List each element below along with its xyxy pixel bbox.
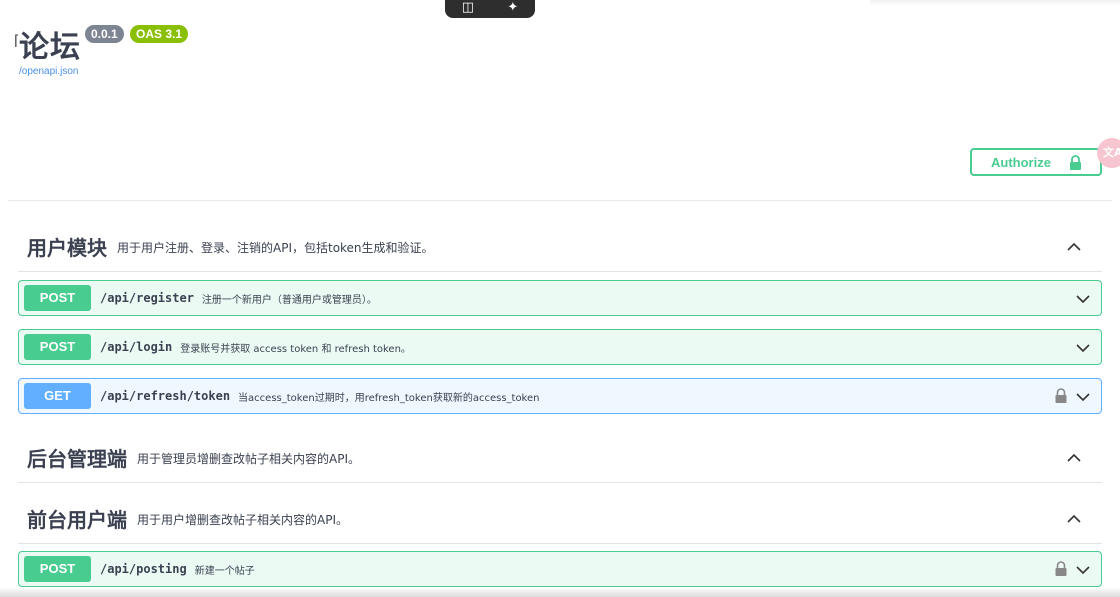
tag-name: 后台管理端 bbox=[27, 447, 127, 471]
operation-summary: 新建一个帖子 bbox=[194, 565, 255, 577]
version-badge: 0.0.1 bbox=[85, 25, 124, 43]
openapi-json-link[interactable]: /openapi.json bbox=[19, 66, 79, 77]
floating-toolbar: ◫ ✦ bbox=[445, 0, 535, 18]
operation-path: /api/register bbox=[100, 291, 194, 305]
operation-summary: 登录账号并获取 access token 和 refresh token。 bbox=[180, 343, 411, 355]
method-badge: POST bbox=[24, 556, 91, 582]
tag-section-admin[interactable]: 后台管理端 用于管理员增删查改帖子相关内容的API。 bbox=[18, 433, 1102, 483]
lock-icon[interactable] bbox=[1055, 388, 1067, 403]
magic-cursor-icon[interactable]: ✦ bbox=[507, 1, 518, 14]
operation-path: /api/refresh/token bbox=[100, 389, 231, 403]
chevron-down-icon[interactable] bbox=[1075, 291, 1091, 307]
tag-section-user-module[interactable]: 用户模块 用于用户注册、登录、注销的API，包括token生成和验证。 bbox=[18, 222, 1102, 272]
authorize-button[interactable]: Authorize bbox=[970, 148, 1102, 176]
operation-post-posting[interactable]: POST /api/posting 新建一个帖子 bbox=[18, 551, 1102, 587]
chevron-down-icon[interactable] bbox=[1075, 389, 1091, 405]
tag-name: 用户模块 bbox=[27, 236, 107, 260]
chevron-up-icon[interactable] bbox=[1066, 239, 1082, 255]
chevron-up-icon[interactable] bbox=[1066, 450, 1082, 466]
lock-icon[interactable] bbox=[1055, 561, 1067, 576]
tag-description: 用于用户增删查改帖子相关内容的API。 bbox=[137, 513, 348, 527]
tag-description: 用于管理员增删查改帖子相关内容的API。 bbox=[137, 452, 360, 466]
page-title: 论坛 bbox=[19, 30, 81, 65]
operation-summary: 当access_token过期时，用refresh_token获取新的acces… bbox=[238, 392, 540, 404]
chevron-down-icon[interactable] bbox=[1075, 562, 1091, 578]
method-badge: GET bbox=[24, 383, 91, 409]
window-icon[interactable]: ◫ bbox=[462, 1, 474, 14]
authorize-label: Authorize bbox=[991, 154, 1051, 170]
operation-post-register[interactable]: POST /api/register 注册一个新用户（普通用户或管理员）。 bbox=[18, 280, 1102, 316]
operation-summary: 注册一个新用户（普通用户或管理员）。 bbox=[201, 294, 377, 306]
top-edge-shadow bbox=[870, 0, 1120, 6]
tag-section-frontend-user[interactable]: 前台用户端 用于用户增删查改帖子相关内容的API。 bbox=[18, 494, 1102, 544]
oas-badge: OAS 3.1 bbox=[130, 25, 189, 43]
operation-path: /api/posting bbox=[100, 562, 187, 576]
content-divider bbox=[8, 200, 1112, 201]
lock-icon bbox=[1070, 155, 1081, 170]
method-badge: POST bbox=[24, 334, 91, 360]
chevron-up-icon[interactable] bbox=[1066, 511, 1082, 527]
bottom-edge-fade bbox=[0, 587, 1120, 597]
chevron-down-icon[interactable] bbox=[1075, 340, 1091, 356]
method-badge: POST bbox=[24, 285, 91, 311]
operation-path: /api/login bbox=[100, 340, 173, 354]
tag-name: 前台用户端 bbox=[27, 508, 127, 532]
tag-description: 用于用户注册、登录、注销的API，包括token生成和验证。 bbox=[117, 241, 434, 255]
translate-bubble-icon[interactable]: 文A bbox=[1097, 138, 1120, 168]
operation-post-login[interactable]: POST /api/login 登录账号并获取 access token 和 r… bbox=[18, 329, 1102, 365]
operation-get-refresh-token[interactable]: GET /api/refresh/token 当access_token过期时，… bbox=[18, 378, 1102, 414]
